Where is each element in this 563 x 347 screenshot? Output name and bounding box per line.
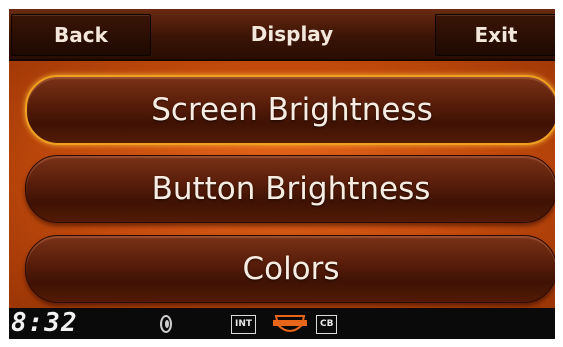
page-title: Display xyxy=(250,22,334,46)
status-bar: 8:32 INT CB xyxy=(9,308,555,339)
clock: 8:32 xyxy=(11,308,78,338)
bar-and-shield-logo-icon xyxy=(273,313,307,339)
menu-area: Screen Brightness Button Brightness Colo… xyxy=(9,61,555,308)
exit-button[interactable]: Exit xyxy=(435,14,555,56)
colors-button[interactable]: Colors xyxy=(25,235,555,303)
button-brightness-button[interactable]: Button Brightness xyxy=(25,155,555,223)
cb-radio-badge: CB xyxy=(316,315,338,334)
top-bar: Back Display Exit xyxy=(9,9,555,61)
back-button[interactable]: Back xyxy=(11,14,151,56)
speaker-volume-icon xyxy=(159,314,173,338)
intercom-badge: INT xyxy=(231,315,257,334)
display-screen: Back Display Exit Screen Brightness Butt… xyxy=(9,9,555,339)
screen-brightness-button[interactable]: Screen Brightness xyxy=(25,75,555,145)
